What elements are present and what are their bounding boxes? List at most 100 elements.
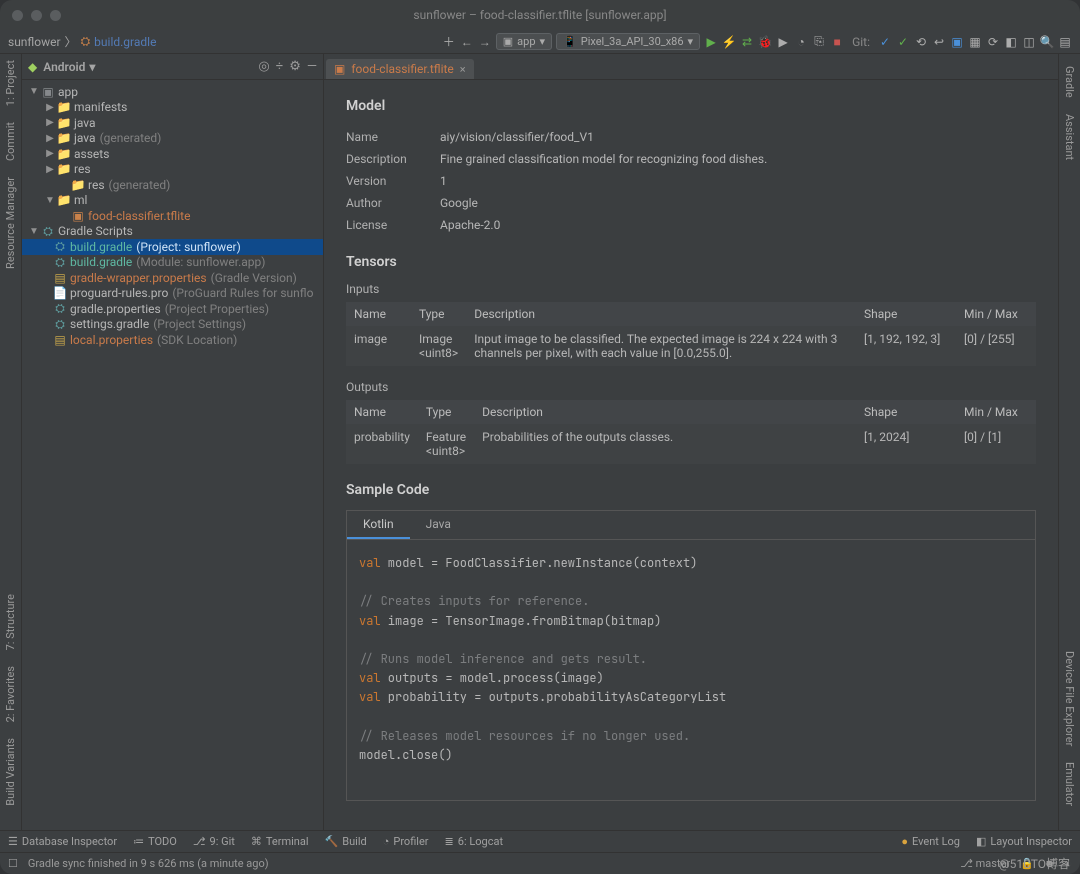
settings-icon[interactable]: ▤ (1058, 35, 1072, 49)
tree-node-proguard[interactable]: 📄proguard-rules.pro(ProGuard Rules for s… (22, 286, 323, 302)
project-tree[interactable]: ▼▣app ▶📁manifests ▶📁java ▶📁java(generate… (22, 80, 323, 352)
close-window-icon[interactable] (12, 10, 23, 21)
tree-node-gradle-scripts[interactable]: ▼⛭Gradle Scripts (22, 224, 323, 240)
btn-terminal[interactable]: ⌘ Terminal (251, 835, 309, 848)
rail-structure[interactable]: 7: Structure (4, 594, 17, 650)
rail-device-file-explorer[interactable]: Device File Explorer (1063, 651, 1076, 746)
sample-code[interactable]: val model = FoodClassifier.newInstance(c… (347, 540, 1035, 800)
sync-gradle-icon[interactable]: ⟳ (986, 35, 1000, 49)
avd-manager-icon[interactable]: ▣ (950, 35, 964, 49)
model-name-value: aiy/vision/classifier/food_V1 (440, 130, 1036, 144)
tree-node-settings-gradle[interactable]: ⛭settings.gradle(Project Settings) (22, 317, 323, 333)
attach-debugger-icon[interactable]: ⎘ (812, 35, 826, 49)
tree-node-ml[interactable]: ▼📁ml (22, 193, 323, 209)
stop-icon[interactable]: ■ (830, 35, 844, 49)
tree-node-gradle-props[interactable]: ⛭gradle.properties(Project Properties) (22, 301, 323, 317)
git-commit-icon[interactable]: ✓ (896, 35, 910, 49)
git-history-icon[interactable]: ⟲ (914, 35, 928, 49)
btn-layout-inspector[interactable]: ◧ Layout Inspector (976, 835, 1072, 848)
search-icon[interactable]: 🔍 (1040, 35, 1054, 49)
layout-inspector-icon[interactable]: ◧ (1004, 35, 1018, 49)
git-rollback-icon[interactable]: ↩ (932, 35, 946, 49)
btn-todo[interactable]: ≔ TODO (133, 835, 177, 848)
tree-node-local-props[interactable]: ▤local.properties(SDK Location) (22, 332, 323, 348)
add-config-icon[interactable]: ＋ (442, 35, 456, 49)
tree-node-tflite[interactable]: ▣food-classifier.tflite (22, 208, 323, 224)
tree-node-java[interactable]: ▶📁java (22, 115, 323, 131)
btn-build[interactable]: 🔨 Build (325, 835, 367, 848)
th-shape: Shape (856, 302, 956, 326)
tab-kotlin[interactable]: Kotlin (347, 511, 410, 539)
tree-node-java-generated[interactable]: ▶📁java(generated) (22, 131, 323, 147)
output-row: probability Feature <uint8> Probabilitie… (346, 424, 1036, 464)
minimize-window-icon[interactable] (31, 10, 42, 21)
tree-node-app[interactable]: ▼▣app (22, 84, 323, 100)
rail-emulator[interactable]: Emulator (1063, 762, 1076, 806)
device-selector[interactable]: 📱 Pixel_3a_API_30_x86 ▾ (556, 33, 700, 50)
tree-node-res[interactable]: ▶📁res (22, 162, 323, 178)
sdk-manager-icon[interactable]: ▦ (968, 35, 982, 49)
tab-java[interactable]: Java (410, 511, 467, 539)
tree-node-build-gradle-module[interactable]: ⛭build.gradle(Module: sunflower.app) (22, 255, 323, 271)
coverage-icon[interactable]: ▶ (776, 35, 790, 49)
btn-database-inspector[interactable]: ☰ Database Inspector (8, 835, 117, 848)
project-panel: ◆ Android ▾ ◎ ÷ ⚙ — ▼▣app ▶📁manifests ▶📁… (22, 54, 324, 830)
window-controls[interactable] (12, 10, 61, 21)
editor-area: ▣ food-classifier.tflite × Model Nameaiy… (324, 54, 1058, 830)
tree-node-assets[interactable]: ▶📁assets (22, 146, 323, 162)
model-desc-value: Fine grained classification model for re… (440, 152, 1036, 166)
tree-node-res-generated[interactable]: 📁res(generated) (22, 177, 323, 193)
model-viewer[interactable]: Model Nameaiy/vision/classifier/food_V1 … (324, 80, 1058, 830)
gear-icon[interactable]: ⚙ (289, 59, 301, 74)
tab-food-classifier[interactable]: ▣ food-classifier.tflite × (326, 59, 474, 79)
status-toggle-icon[interactable]: ☐ (8, 857, 18, 870)
rail-build-variants[interactable]: Build Variants (4, 738, 17, 806)
input-desc: Input image to be classified. The expect… (466, 326, 856, 366)
close-tab-icon[interactable]: × (460, 63, 466, 76)
target-icon[interactable]: ◎ (258, 59, 269, 74)
model-desc-label: Description (346, 152, 440, 166)
rail-favorites[interactable]: 2: Favorites (4, 666, 17, 722)
rail-gradle[interactable]: Gradle (1063, 66, 1076, 98)
th-shape: Shape (856, 400, 956, 424)
collapse-icon[interactable]: ÷ (276, 59, 283, 74)
project-view-selector[interactable]: Android ▾ (43, 60, 95, 74)
breadcrumb[interactable]: sunflower 〉 ⛭ build.gradle (8, 33, 156, 50)
breadcrumb-project[interactable]: sunflower (8, 35, 61, 49)
back-icon[interactable]: ← (460, 35, 474, 49)
rail-project[interactable]: 1: Project (4, 60, 17, 106)
apply-changes-icon[interactable]: ⚡ (722, 35, 736, 49)
android-icon: ◆ (28, 60, 37, 74)
rail-commit[interactable]: Commit (4, 122, 17, 161)
run-config-selector[interactable]: ▣ app ▾ (496, 33, 552, 50)
maximize-window-icon[interactable] (50, 10, 61, 21)
input-shape: [1, 192, 192, 3] (856, 326, 956, 366)
model-version-value: 1 (440, 174, 1036, 188)
btn-profiler[interactable]: ◔ Profiler (383, 835, 429, 848)
breadcrumb-file[interactable]: build.gradle (94, 35, 156, 49)
model-heading: Model (346, 98, 1036, 114)
apply-code-icon[interactable]: ⇄ (740, 35, 754, 49)
hide-panel-icon[interactable]: — (307, 59, 317, 74)
toolbar-actions: ＋ ← → ▣ app ▾ 📱 Pixel_3a_API_30_x86 ▾ ▶ … (442, 33, 1072, 50)
git-update-icon[interactable]: ✓ (878, 35, 892, 49)
tree-node-wrapper-props[interactable]: ▤gradle-wrapper.properties(Gradle Versio… (22, 270, 323, 286)
structure-icon[interactable]: ◫ (1022, 35, 1036, 49)
th-type: Type (411, 302, 466, 326)
btn-git[interactable]: ⎇ 9: Git (193, 835, 235, 848)
model-author-value: Google (440, 196, 1036, 210)
btn-event-log[interactable]: ● Event Log (901, 835, 960, 848)
th-desc: Description (466, 302, 856, 326)
rail-resource-manager[interactable]: Resource Manager (4, 177, 17, 269)
run-icon[interactable]: ▶ (704, 35, 718, 49)
tree-node-manifests[interactable]: ▶📁manifests (22, 100, 323, 116)
debug-icon[interactable]: 🐞 (758, 35, 772, 49)
tree-node-build-gradle-project[interactable]: ⛭build.gradle(Project: sunflower) (22, 239, 323, 255)
profile-icon[interactable]: ◔ (794, 35, 808, 49)
gradle-icon: ⛭ (81, 34, 91, 49)
rail-assistant[interactable]: Assistant (1063, 114, 1076, 160)
forward-icon[interactable]: → (478, 35, 492, 49)
tab-label: food-classifier.tflite (351, 62, 453, 76)
btn-logcat[interactable]: ≣ 6: Logcat (445, 835, 504, 848)
git-label: Git: (852, 35, 870, 49)
